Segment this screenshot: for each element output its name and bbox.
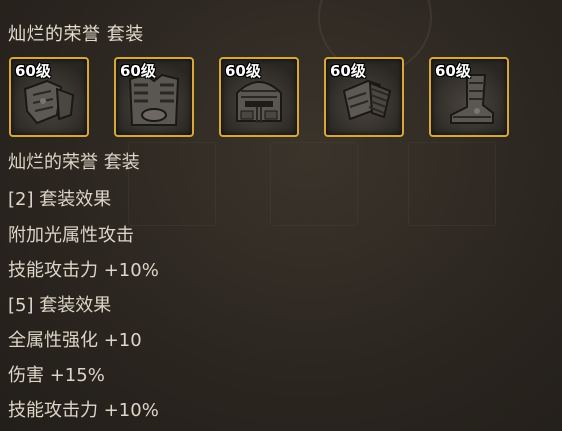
set-bonus-2-effect: 附加光属性攻击 (8, 225, 134, 246)
set-bonus-2-effect: 技能攻击力 +10% (8, 260, 159, 281)
set-bonus-5-effect: 伤害 +15% (8, 365, 105, 386)
set-item-slot[interactable]: 60级 (9, 57, 89, 137)
set-bonus-5-header: [5] 套装效果 (8, 295, 112, 316)
item-level-badge: 60级 (15, 62, 51, 80)
background-slot (128, 142, 216, 226)
set-item-slot[interactable]: 60级 (429, 57, 509, 137)
item-level-badge: 60级 (225, 62, 261, 80)
set-item-slot[interactable]: 60级 (114, 57, 194, 137)
background-slot (408, 142, 496, 226)
item-level-badge: 60级 (435, 62, 471, 80)
set-item-slot[interactable]: 60级 (324, 57, 404, 137)
set-item-slot[interactable]: 60级 (219, 57, 299, 137)
set-bonus-5-effect: 技能攻击力 +10% (8, 400, 159, 421)
item-level-badge: 60级 (330, 62, 366, 80)
set-title: 灿烂的荣誉 套装 (8, 24, 144, 45)
item-level-badge: 60级 (120, 62, 156, 80)
set-tooltip-panel: 灿烂的荣誉 套装 60级 60级 60级 60级 60级 灿烂的荣誉 套装 [2… (0, 0, 562, 431)
set-name-label: 灿烂的荣誉 套装 (8, 152, 140, 173)
background-slot (270, 142, 358, 226)
set-bonus-5-effect: 全属性强化 +10 (8, 330, 142, 351)
set-bonus-2-header: [2] 套装效果 (8, 189, 112, 210)
